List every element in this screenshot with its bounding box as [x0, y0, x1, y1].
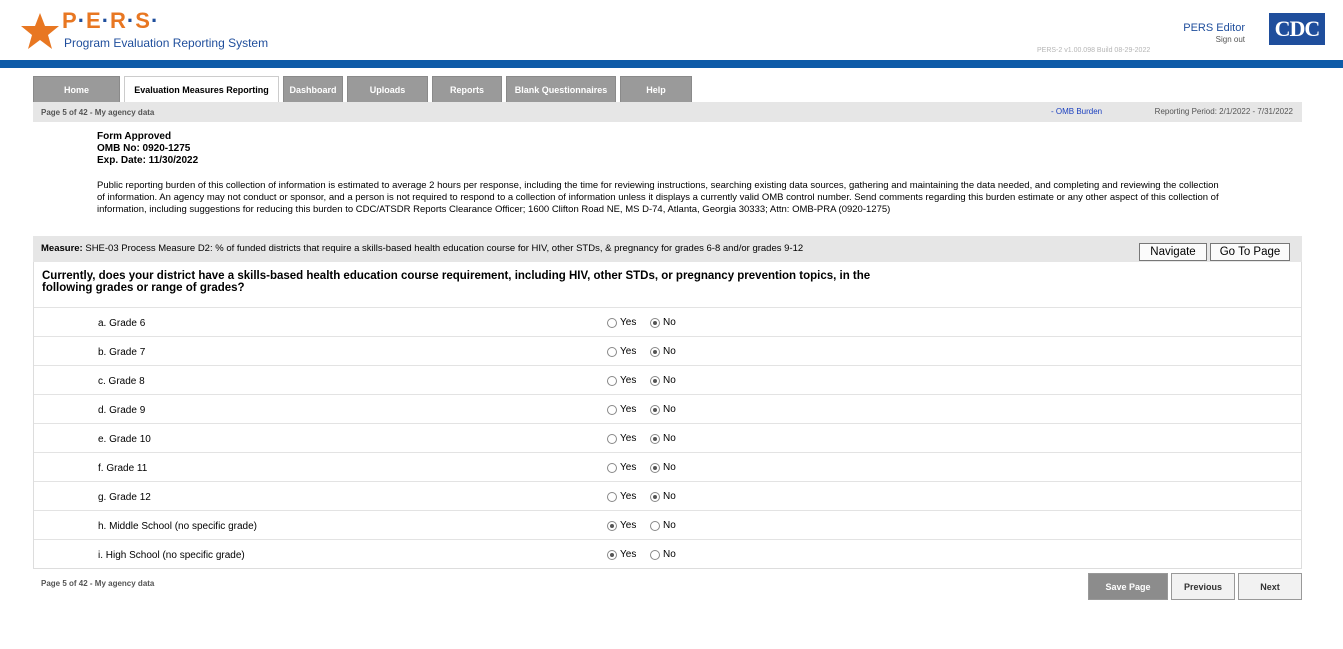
previous-button[interactable]: Previous [1171, 573, 1235, 600]
yes-option[interactable]: Yes [607, 346, 636, 357]
yes-option[interactable]: Yes [607, 317, 636, 328]
table-row: f. Grade 11 Yes No [34, 452, 1301, 481]
measure-bar: Measure: SHE-03 Process Measure D2: % of… [33, 236, 1302, 262]
no-option[interactable]: No [650, 549, 676, 560]
grade-rows: a. Grade 6 Yes No b. Grade 7 Yes No c. G… [34, 307, 1301, 568]
measure-description: Measure: SHE-03 Process Measure D2: % of… [41, 243, 803, 254]
sign-out-link[interactable]: Sign out [1216, 35, 1245, 44]
yes-radio[interactable] [607, 404, 617, 415]
main-tabs: Home Evaluation Measures Reporting Dashb… [33, 76, 696, 102]
header-divider [0, 60, 1343, 68]
no-option[interactable]: No [650, 491, 676, 502]
navigate-button[interactable]: Navigate [1139, 243, 1207, 261]
row-label: g. Grade 12 [98, 492, 151, 503]
table-row: a. Grade 6 Yes No [34, 307, 1301, 336]
page-header: P·E·R·S· Program Evaluation Reporting Sy… [0, 0, 1343, 60]
yes-radio[interactable] [607, 375, 617, 386]
expiration-date: Exp. Date: 11/30/2022 [97, 155, 199, 166]
yes-radio[interactable] [607, 317, 617, 328]
no-option[interactable]: No [650, 433, 676, 444]
save-page-button[interactable]: Save Page [1088, 573, 1168, 600]
no-radio[interactable] [650, 549, 660, 560]
no-option[interactable]: No [650, 317, 676, 328]
tab-blank-questionnaires[interactable]: Blank Questionnaires [506, 76, 616, 102]
omb-number: OMB No: 0920-1275 [97, 143, 191, 154]
pers-logo-text: P·E·R·S· [62, 8, 160, 33]
no-radio[interactable] [650, 404, 660, 415]
table-row: e. Grade 10 Yes No [34, 423, 1301, 452]
no-radio[interactable] [650, 462, 660, 473]
omb-block: Form Approved OMB No: 0920-1275 Exp. Dat… [97, 131, 198, 167]
yes-option[interactable]: Yes [607, 520, 636, 531]
footer-page-info: Page 5 of 42 - My agency data [41, 579, 155, 588]
no-option[interactable]: No [650, 404, 676, 415]
no-option[interactable]: No [650, 346, 676, 357]
table-row: h. Middle School (no specific grade) Yes… [34, 510, 1301, 539]
version-info: PERS-2 v1.00.098 Build 08-29-2022 [1037, 47, 1151, 54]
tab-reports[interactable]: Reports [432, 76, 502, 102]
row-label: a. Grade 6 [98, 318, 146, 329]
next-button[interactable]: Next [1238, 573, 1302, 600]
star-logo-icon [21, 13, 59, 49]
form-approved-text: Form Approved [97, 131, 172, 142]
no-radio[interactable] [650, 375, 660, 386]
yes-radio[interactable] [607, 520, 617, 531]
row-label: h. Middle School (no specific grade) [98, 521, 257, 532]
no-radio[interactable] [650, 346, 660, 357]
burden-statement: Public reporting burden of this collecti… [97, 180, 1219, 215]
no-option[interactable]: No [650, 462, 676, 473]
table-row: i. High School (no specific grade) Yes N… [34, 539, 1301, 568]
user-role: PERS Editor [1183, 22, 1245, 34]
no-option[interactable]: No [650, 520, 676, 531]
logo-subtitle: Program Evaluation Reporting System [64, 36, 269, 50]
table-row: d. Grade 9 Yes No [34, 394, 1301, 423]
tab-evaluation-measures-reporting[interactable]: Evaluation Measures Reporting [124, 76, 279, 102]
no-radio[interactable] [650, 317, 660, 328]
page-info-bar: Page 5 of 42 - My agency data - OMB Burd… [33, 102, 1302, 122]
row-label: f. Grade 11 [98, 463, 148, 474]
yes-radio[interactable] [607, 462, 617, 473]
row-label: i. High School (no specific grade) [98, 550, 245, 561]
yes-radio[interactable] [607, 491, 617, 502]
yes-radio[interactable] [607, 433, 617, 444]
row-label: b. Grade 7 [98, 347, 146, 358]
row-label: c. Grade 8 [98, 376, 145, 387]
reporting-period: Reporting Period: 2/1/2022 - 7/31/2022 [1154, 107, 1293, 116]
tab-help[interactable]: Help [620, 76, 692, 102]
yes-radio[interactable] [607, 346, 617, 357]
page-info: Page 5 of 42 - My agency data [41, 108, 155, 117]
measure-label: Measure: [41, 243, 83, 254]
tab-uploads[interactable]: Uploads [347, 76, 428, 102]
no-radio[interactable] [650, 491, 660, 502]
yes-option[interactable]: Yes [607, 491, 636, 502]
yes-option[interactable]: Yes [607, 462, 636, 473]
no-option[interactable]: No [650, 375, 676, 386]
no-radio[interactable] [650, 433, 660, 444]
yes-option[interactable]: Yes [607, 433, 636, 444]
measure-text: SHE-03 Process Measure D2: % of funded d… [85, 243, 804, 254]
yes-option[interactable]: Yes [607, 549, 636, 560]
row-label: d. Grade 9 [98, 405, 146, 416]
tab-home[interactable]: Home [33, 76, 120, 102]
yes-option[interactable]: Yes [607, 375, 636, 386]
yes-option[interactable]: Yes [607, 404, 636, 415]
row-label: e. Grade 10 [98, 434, 151, 445]
omb-burden-link[interactable]: - OMB Burden [1051, 107, 1102, 116]
no-radio[interactable] [650, 520, 660, 531]
tab-dashboard[interactable]: Dashboard [283, 76, 343, 102]
yes-radio[interactable] [607, 549, 617, 560]
table-row: c. Grade 8 Yes No [34, 365, 1301, 394]
table-row: g. Grade 12 Yes No [34, 481, 1301, 510]
table-row: b. Grade 7 Yes No [34, 336, 1301, 365]
question-text: Currently, does your district have a ski… [42, 270, 871, 294]
go-to-page-button[interactable]: Go To Page [1210, 243, 1290, 261]
cdc-logo: CDC [1269, 13, 1325, 45]
